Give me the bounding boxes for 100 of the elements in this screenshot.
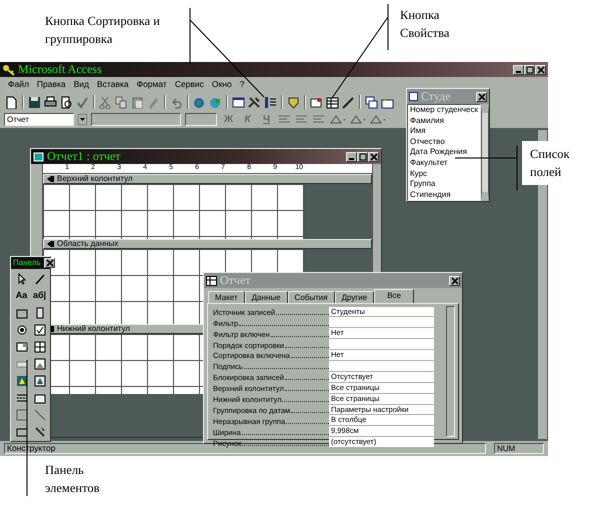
sort-group-icon[interactable] (264, 96, 277, 108)
more-controls-icon[interactable] (34, 426, 46, 438)
property-field[interactable] (329, 360, 434, 371)
scrollbar[interactable] (481, 104, 489, 201)
list-box-icon[interactable] (34, 340, 46, 352)
window-title: Панель (13, 258, 41, 268)
property-field[interactable] (329, 317, 434, 328)
font-combo[interactable] (91, 113, 181, 126)
rectangle-icon[interactable] (16, 426, 28, 438)
restore-icon (525, 66, 534, 74)
menu-item[interactable]: Формат (132, 79, 171, 91)
hammer-icon[interactable] (248, 96, 261, 108)
menu-item[interactable]: Файл (4, 79, 33, 91)
page-break-icon[interactable] (16, 392, 28, 404)
checkbox-icon[interactable] (34, 324, 46, 336)
menu-item[interactable]: Вставка (93, 79, 133, 91)
field-list-item[interactable]: Дата Рождения (408, 147, 480, 158)
restore-icon (358, 152, 367, 160)
tab[interactable]: Данные (244, 290, 288, 303)
close-icon (536, 66, 545, 74)
window-icon[interactable] (232, 96, 245, 108)
paste-icon[interactable] (131, 96, 144, 108)
status-indicator: NUM (494, 442, 544, 454)
tab[interactable]: Все (374, 288, 414, 303)
bound-frame-icon[interactable] (34, 374, 46, 386)
field-list-item[interactable]: Номер студенческ (408, 105, 480, 116)
option-group-icon[interactable] (16, 306, 28, 318)
toolbox-button[interactable]: аб| (31, 288, 48, 303)
field-list-item[interactable]: Группа (408, 179, 480, 190)
minimize-button[interactable] (346, 152, 357, 162)
field-list-item[interactable]: Стипендия (408, 190, 480, 200)
minimize-icon (516, 71, 521, 73)
close-button[interactable] (44, 258, 55, 268)
close-icon (450, 276, 459, 284)
align-left-icon[interactable] (278, 114, 291, 125)
field-list-item[interactable]: Фамилия (408, 116, 480, 126)
copy-icon[interactable] (115, 96, 128, 108)
align-right-icon[interactable] (312, 114, 325, 125)
cut-icon[interactable] (99, 96, 112, 108)
restore-button[interactable] (357, 152, 368, 162)
close-icon (369, 152, 378, 160)
window-title: Отчет1 : отчет (47, 150, 121, 164)
line-icon[interactable] (34, 408, 46, 420)
field-list-item[interactable]: Отчество (408, 136, 480, 148)
restore-button[interactable] (524, 64, 535, 74)
pointer-icon[interactable] (16, 272, 28, 284)
pen-icon[interactable] (342, 96, 355, 108)
unbound-frame-icon[interactable] (16, 374, 28, 386)
new-object-icon[interactable] (381, 96, 394, 108)
close-icon (44, 259, 54, 267)
new-document-icon[interactable] (5, 96, 18, 108)
close-button[interactable] (449, 276, 460, 286)
menu-item[interactable]: Правка (32, 79, 70, 91)
table-icon (409, 92, 418, 101)
section-header[interactable]: Область данных (43, 239, 372, 249)
windows-icon[interactable] (365, 96, 378, 108)
close-icon (477, 92, 486, 100)
dropdown-icon[interactable] (78, 114, 87, 125)
shield-icon[interactable] (287, 96, 300, 108)
toggle-icon[interactable] (34, 306, 46, 318)
properties-icon[interactable] (326, 96, 339, 108)
menu-item[interactable]: ? (236, 79, 248, 91)
fill-color-icon[interactable] (329, 114, 345, 126)
menu-item[interactable]: Вид (70, 79, 94, 91)
section-header[interactable]: Верхний колонтитул (43, 174, 372, 184)
font-color-icon[interactable] (349, 114, 365, 126)
radio-icon[interactable] (16, 324, 28, 336)
tab[interactable]: Другие (334, 290, 374, 303)
property-field[interactable] (329, 339, 434, 350)
combo-box-icon[interactable] (16, 340, 28, 352)
close-button[interactable] (535, 64, 546, 74)
font-size-combo[interactable] (185, 113, 217, 126)
properties-icon (206, 276, 217, 286)
field-list-item[interactable]: Курс (408, 168, 480, 180)
close-button[interactable] (368, 152, 379, 162)
line-color-icon[interactable] (369, 114, 385, 126)
globe-icon[interactable] (193, 96, 206, 108)
tab[interactable]: Макет (208, 290, 245, 303)
menu-item[interactable]: Сервис (170, 79, 208, 91)
tab-control-icon[interactable] (34, 392, 46, 404)
key-icon (2, 64, 15, 76)
object-combo[interactable]: Отчет (4, 113, 74, 126)
minimize-button[interactable] (513, 64, 524, 74)
undo-icon[interactable] (170, 96, 183, 108)
scrollbar[interactable] (446, 306, 455, 437)
window-title: Студе (421, 90, 451, 104)
window-title: Отчет (220, 274, 251, 288)
toolbox-button[interactable]: Aa (13, 288, 30, 303)
close-button[interactable] (476, 92, 487, 102)
field-list-item[interactable]: Имя (408, 126, 480, 137)
menu-item[interactable]: Окно (208, 79, 236, 91)
align-center-icon[interactable] (295, 114, 308, 125)
image-icon[interactable] (34, 358, 46, 370)
save-icon[interactable] (28, 96, 41, 108)
print-preview-icon[interactable] (60, 96, 73, 108)
tab[interactable]: События (288, 290, 335, 303)
minimize-icon (349, 158, 354, 160)
field-list-item[interactable]: Факультет (408, 158, 480, 169)
subform-icon[interactable] (16, 408, 28, 420)
print-icon[interactable] (44, 96, 57, 108)
